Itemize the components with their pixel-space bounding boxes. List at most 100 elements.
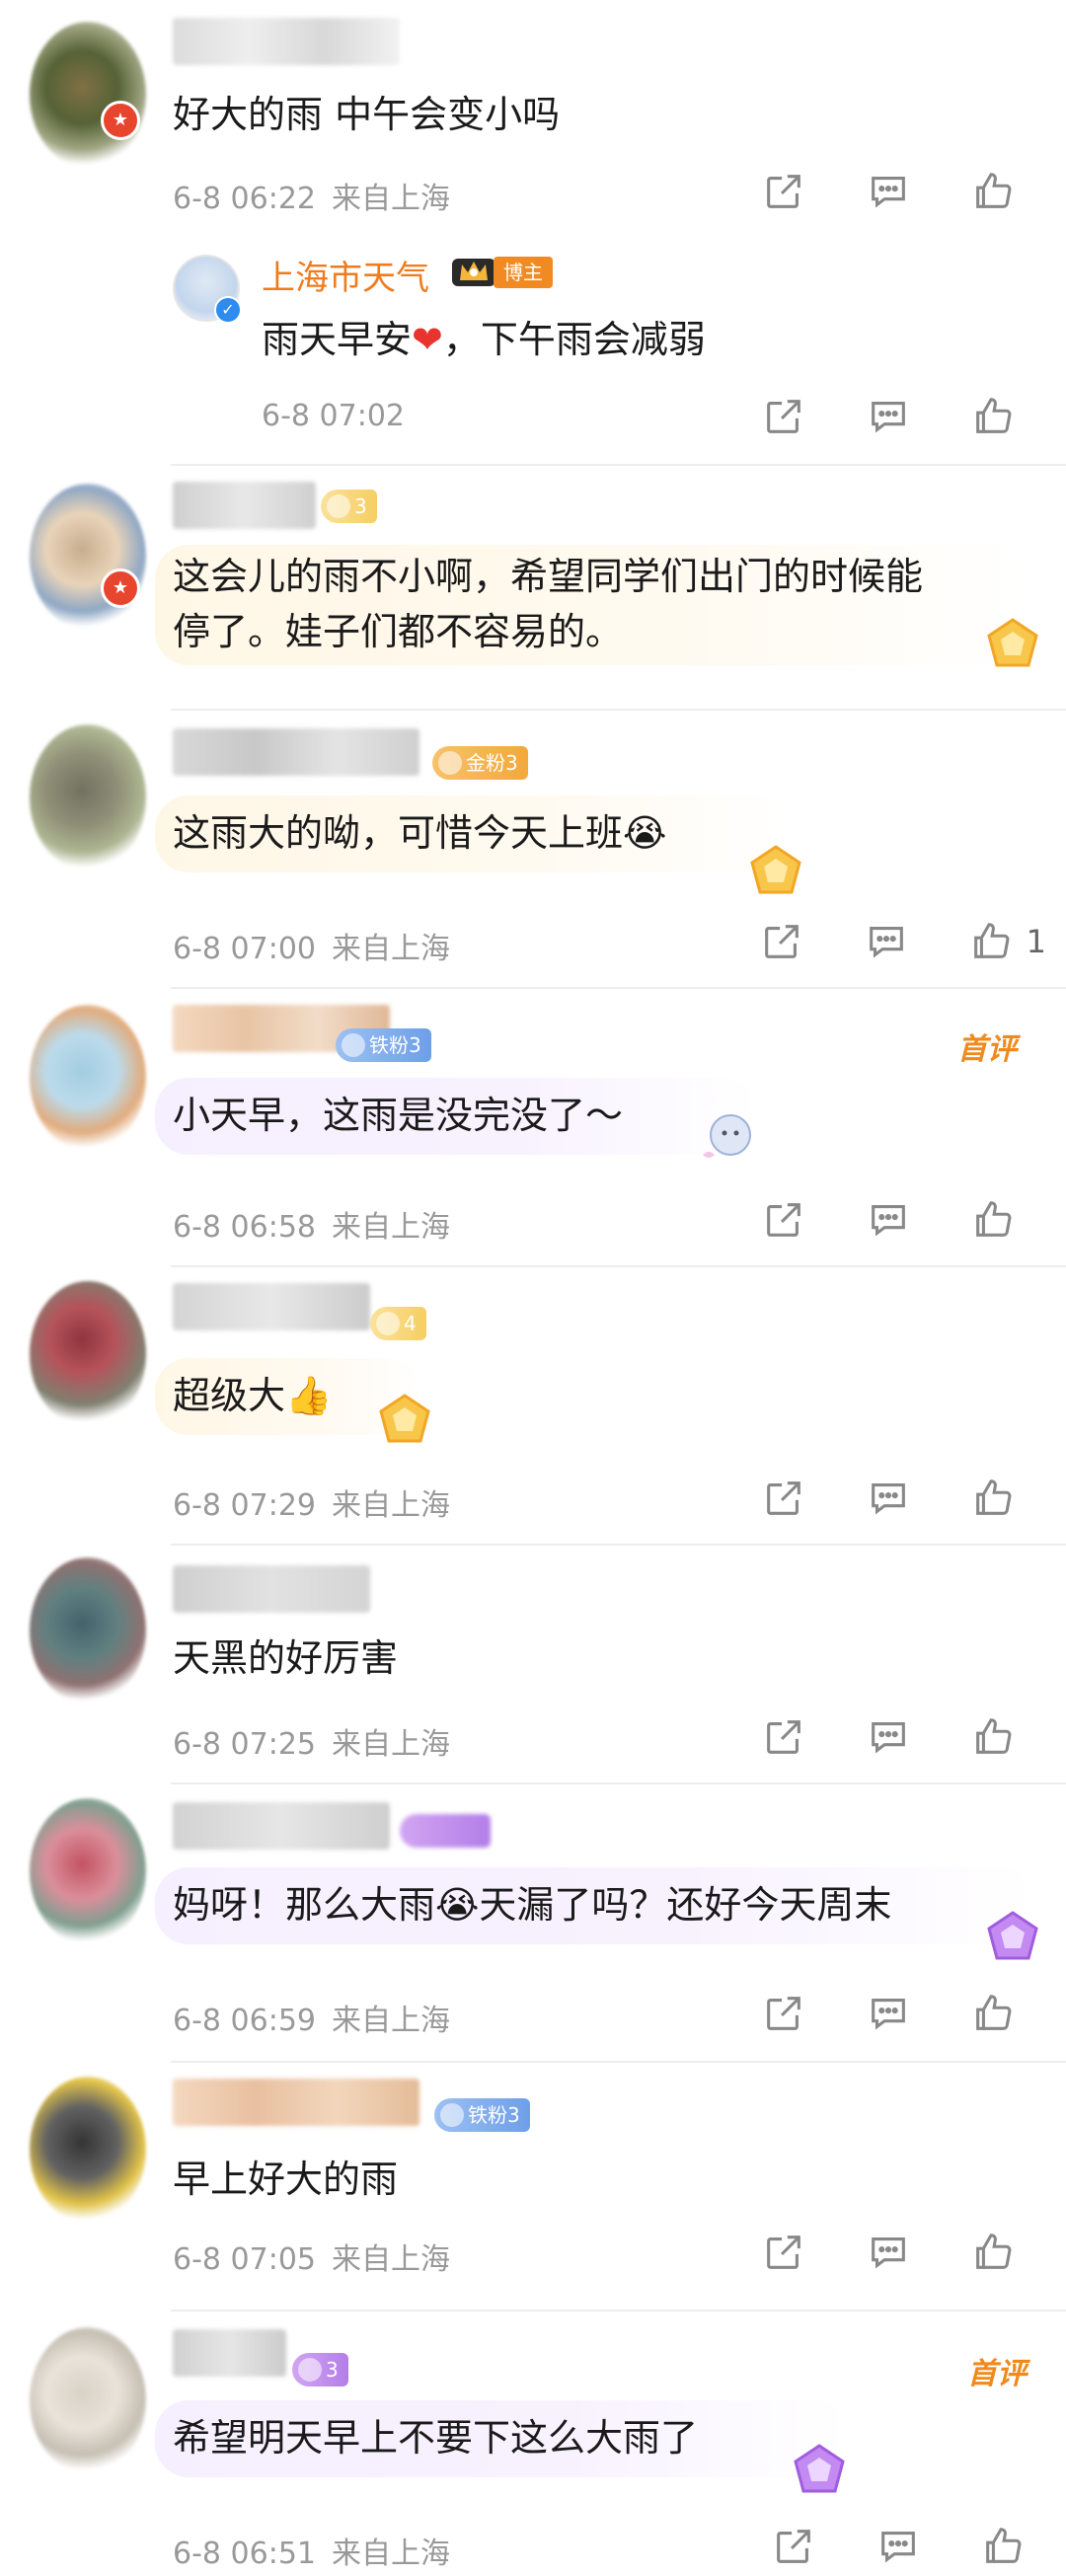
avatar[interactable] bbox=[30, 1281, 146, 1427]
comment-item[interactable]: 妈呀！那么大雨😭天漏了吗？还好今天周末 6-8 06:59 来自上海 bbox=[0, 1784, 1066, 2063]
username-blurred[interactable] bbox=[173, 2329, 286, 2377]
comment-item[interactable]: 铁粉3 早上好大的雨 6-8 07:05 来自上海 bbox=[0, 2063, 1066, 2311]
comment-location: 来自上海 bbox=[332, 1727, 450, 1762]
comment-button[interactable] bbox=[859, 1469, 918, 1528]
like-button[interactable] bbox=[963, 1190, 1023, 1250]
avatar[interactable] bbox=[30, 724, 146, 871]
share-icon bbox=[767, 1481, 800, 1515]
comment-icon bbox=[872, 402, 905, 433]
comment-icon bbox=[872, 177, 905, 208]
comment-button[interactable] bbox=[859, 2223, 918, 2282]
share-button[interactable] bbox=[754, 2223, 813, 2282]
avatar[interactable] bbox=[30, 484, 146, 630]
comment-time: 6-8 07:29 bbox=[173, 1488, 316, 1523]
comment-location: 来自上海 bbox=[332, 1210, 450, 1245]
comment-item[interactable]: 铁粉3 首评 小天早，这雨是没完没了～ 6-8 06:58 来自上海 bbox=[0, 989, 1066, 1267]
share-button[interactable] bbox=[754, 1984, 813, 2043]
fan-badge: 铁粉3 bbox=[336, 1028, 431, 1062]
reply-avatar[interactable]: ✓ bbox=[173, 255, 242, 324]
avatar[interactable] bbox=[30, 1557, 146, 1704]
username-blurred[interactable] bbox=[173, 2079, 419, 2126]
username-blurred[interactable] bbox=[173, 1283, 370, 1330]
comment-meta: 6-8 07:25 来自上海 bbox=[173, 1719, 450, 1763]
like-count: 1 bbox=[1026, 923, 1046, 960]
avatar[interactable] bbox=[30, 1005, 146, 1151]
comment-item[interactable]: 天黑的好厉害 6-8 07:25 来自上海 bbox=[0, 1546, 1066, 1784]
comment-meta: 6-8 06:51 来自上海 bbox=[173, 2529, 450, 2572]
fan-heart-icon bbox=[342, 1033, 365, 1057]
share-icon bbox=[767, 1997, 800, 2030]
comment-item[interactable]: ★ 3 这会儿的雨不小啊，希望同学们出门的时候能 停了。娃子们都不容易的。 bbox=[0, 466, 1066, 711]
comment-button[interactable] bbox=[859, 387, 918, 446]
username-blurred[interactable] bbox=[173, 728, 419, 776]
fan-label: 3 bbox=[326, 2358, 339, 2382]
reply-text-part: 雨天早安 bbox=[262, 318, 413, 361]
reply-text-part: ，下午雨会减弱 bbox=[442, 318, 706, 361]
comment-button[interactable] bbox=[869, 2517, 928, 2576]
comment-actions bbox=[709, 1984, 1023, 2043]
share-button[interactable] bbox=[764, 2517, 823, 2576]
like-icon bbox=[986, 2528, 1022, 2563]
like-button[interactable] bbox=[963, 1469, 1023, 1528]
verified-badge-icon: ★ bbox=[101, 568, 140, 608]
share-icon bbox=[767, 400, 800, 433]
share-icon bbox=[767, 175, 800, 208]
avatar[interactable] bbox=[30, 2327, 146, 2473]
share-icon bbox=[777, 2530, 810, 2563]
like-button[interactable] bbox=[963, 387, 1023, 446]
comment-text: 早上好大的雨 bbox=[173, 2158, 399, 2201]
share-button[interactable] bbox=[754, 1190, 813, 1250]
username-blurred[interactable] bbox=[173, 1802, 390, 1850]
like-button[interactable] bbox=[961, 912, 1021, 971]
comment-button[interactable] bbox=[859, 1984, 918, 2043]
share-button[interactable] bbox=[754, 1469, 813, 1528]
fan-heart-icon bbox=[298, 2358, 322, 2382]
avatar[interactable] bbox=[30, 2077, 146, 2223]
comment-button[interactable] bbox=[859, 1707, 918, 1767]
share-icon bbox=[767, 1720, 800, 1754]
like-button[interactable] bbox=[963, 2223, 1023, 2282]
like-icon bbox=[976, 1995, 1012, 2030]
like-button[interactable] bbox=[963, 1984, 1023, 2043]
like-button[interactable] bbox=[973, 2517, 1032, 2576]
comment-time: 6-8 06:58 bbox=[173, 1210, 316, 1245]
fan-heart-icon bbox=[376, 1312, 400, 1335]
comment-item[interactable]: 3 首评 希望明天早上不要下这么大雨了 6-8 06:51 来自上海 bbox=[0, 2311, 1066, 2572]
fan-heart-icon bbox=[440, 2103, 464, 2127]
like-button[interactable] bbox=[963, 162, 1023, 221]
comment-text: 希望明天早上不要下这么大雨了 bbox=[173, 2416, 699, 2460]
comment-item[interactable]: ★ 好大的雨 中午会变小吗 6-8 06:22 来自上海 ✓ 上海市天气 博主 雨… bbox=[0, 0, 1066, 466]
username-blurred[interactable] bbox=[173, 482, 316, 529]
avatar[interactable] bbox=[30, 1798, 146, 1944]
comment-time: 6-8 06:51 bbox=[173, 2537, 316, 2571]
comment-button[interactable] bbox=[857, 912, 916, 971]
share-button[interactable] bbox=[754, 1707, 813, 1767]
comment-item[interactable]: 4 超级大👍 6-8 07:29 来自上海 bbox=[0, 1267, 1066, 1546]
comment-button[interactable] bbox=[859, 1190, 918, 1250]
comment-item[interactable]: 金粉3 这雨大的呦，可惜今天上班😭 6-8 07:00 来自上海 1 bbox=[0, 711, 1066, 989]
comment-location: 来自上海 bbox=[332, 2537, 450, 2571]
fan-badge: 金粉3 bbox=[432, 746, 528, 780]
reply-text: 雨天早安❤，下午雨会减弱 bbox=[262, 312, 706, 367]
fan-badge: 3 bbox=[292, 2353, 348, 2387]
share-button[interactable] bbox=[752, 912, 811, 971]
fan-badge: 3 bbox=[321, 490, 377, 523]
fan-heart-icon bbox=[438, 751, 462, 775]
share-button[interactable] bbox=[754, 387, 813, 446]
verified-icon: ✓ bbox=[214, 296, 242, 324]
comment-button[interactable] bbox=[859, 162, 918, 221]
share-icon bbox=[767, 1203, 800, 1237]
comment-icon bbox=[869, 927, 903, 958]
like-icon bbox=[976, 1201, 1012, 1237]
comment-time: 6-8 07:05 bbox=[173, 2242, 316, 2277]
comment-text: 超级大👍 bbox=[173, 1374, 333, 1417]
reply-username[interactable]: 上海市天气 bbox=[262, 251, 429, 299]
share-button[interactable] bbox=[754, 162, 813, 221]
username-blurred[interactable] bbox=[173, 1565, 370, 1613]
first-comment-badge: 首评 bbox=[957, 1032, 1017, 1067]
comment-location: 来自上海 bbox=[332, 2004, 450, 2038]
avatar[interactable] bbox=[30, 22, 146, 168]
username-blurred[interactable] bbox=[173, 18, 400, 65]
comment-meta: 6-8 07:29 来自上海 bbox=[173, 1480, 450, 1524]
like-button[interactable] bbox=[963, 1707, 1023, 1767]
